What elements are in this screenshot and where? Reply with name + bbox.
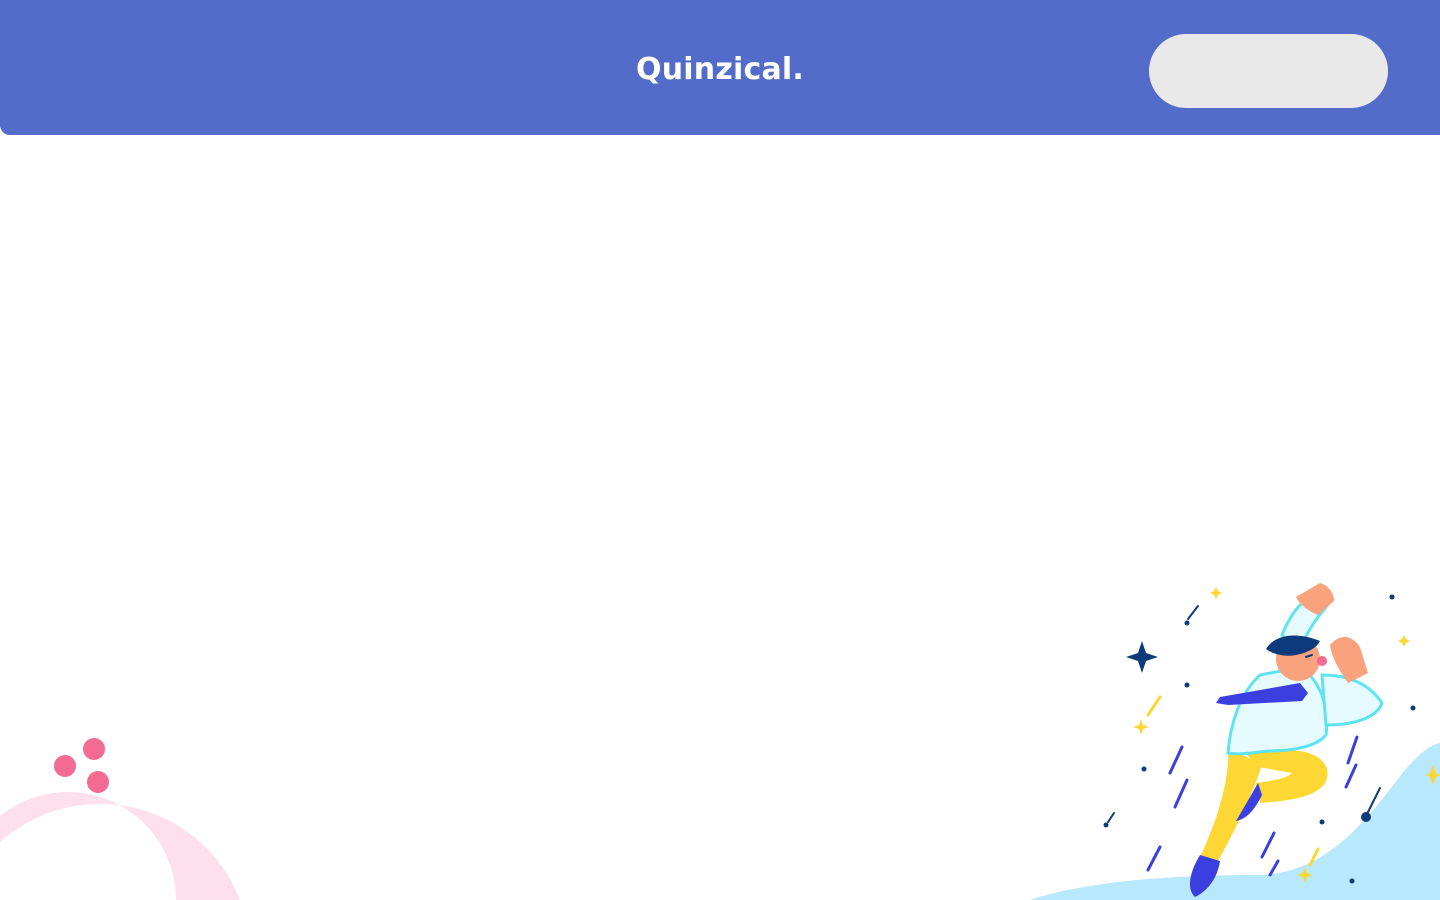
- app-window: Quinzical.: [0, 0, 1440, 900]
- header-pill-button[interactable]: [1149, 34, 1388, 108]
- header-bar: Quinzical.: [0, 0, 1440, 135]
- jumping-person-illustration-icon: [1030, 583, 1440, 900]
- pink-arc-dots-icon: [0, 738, 240, 900]
